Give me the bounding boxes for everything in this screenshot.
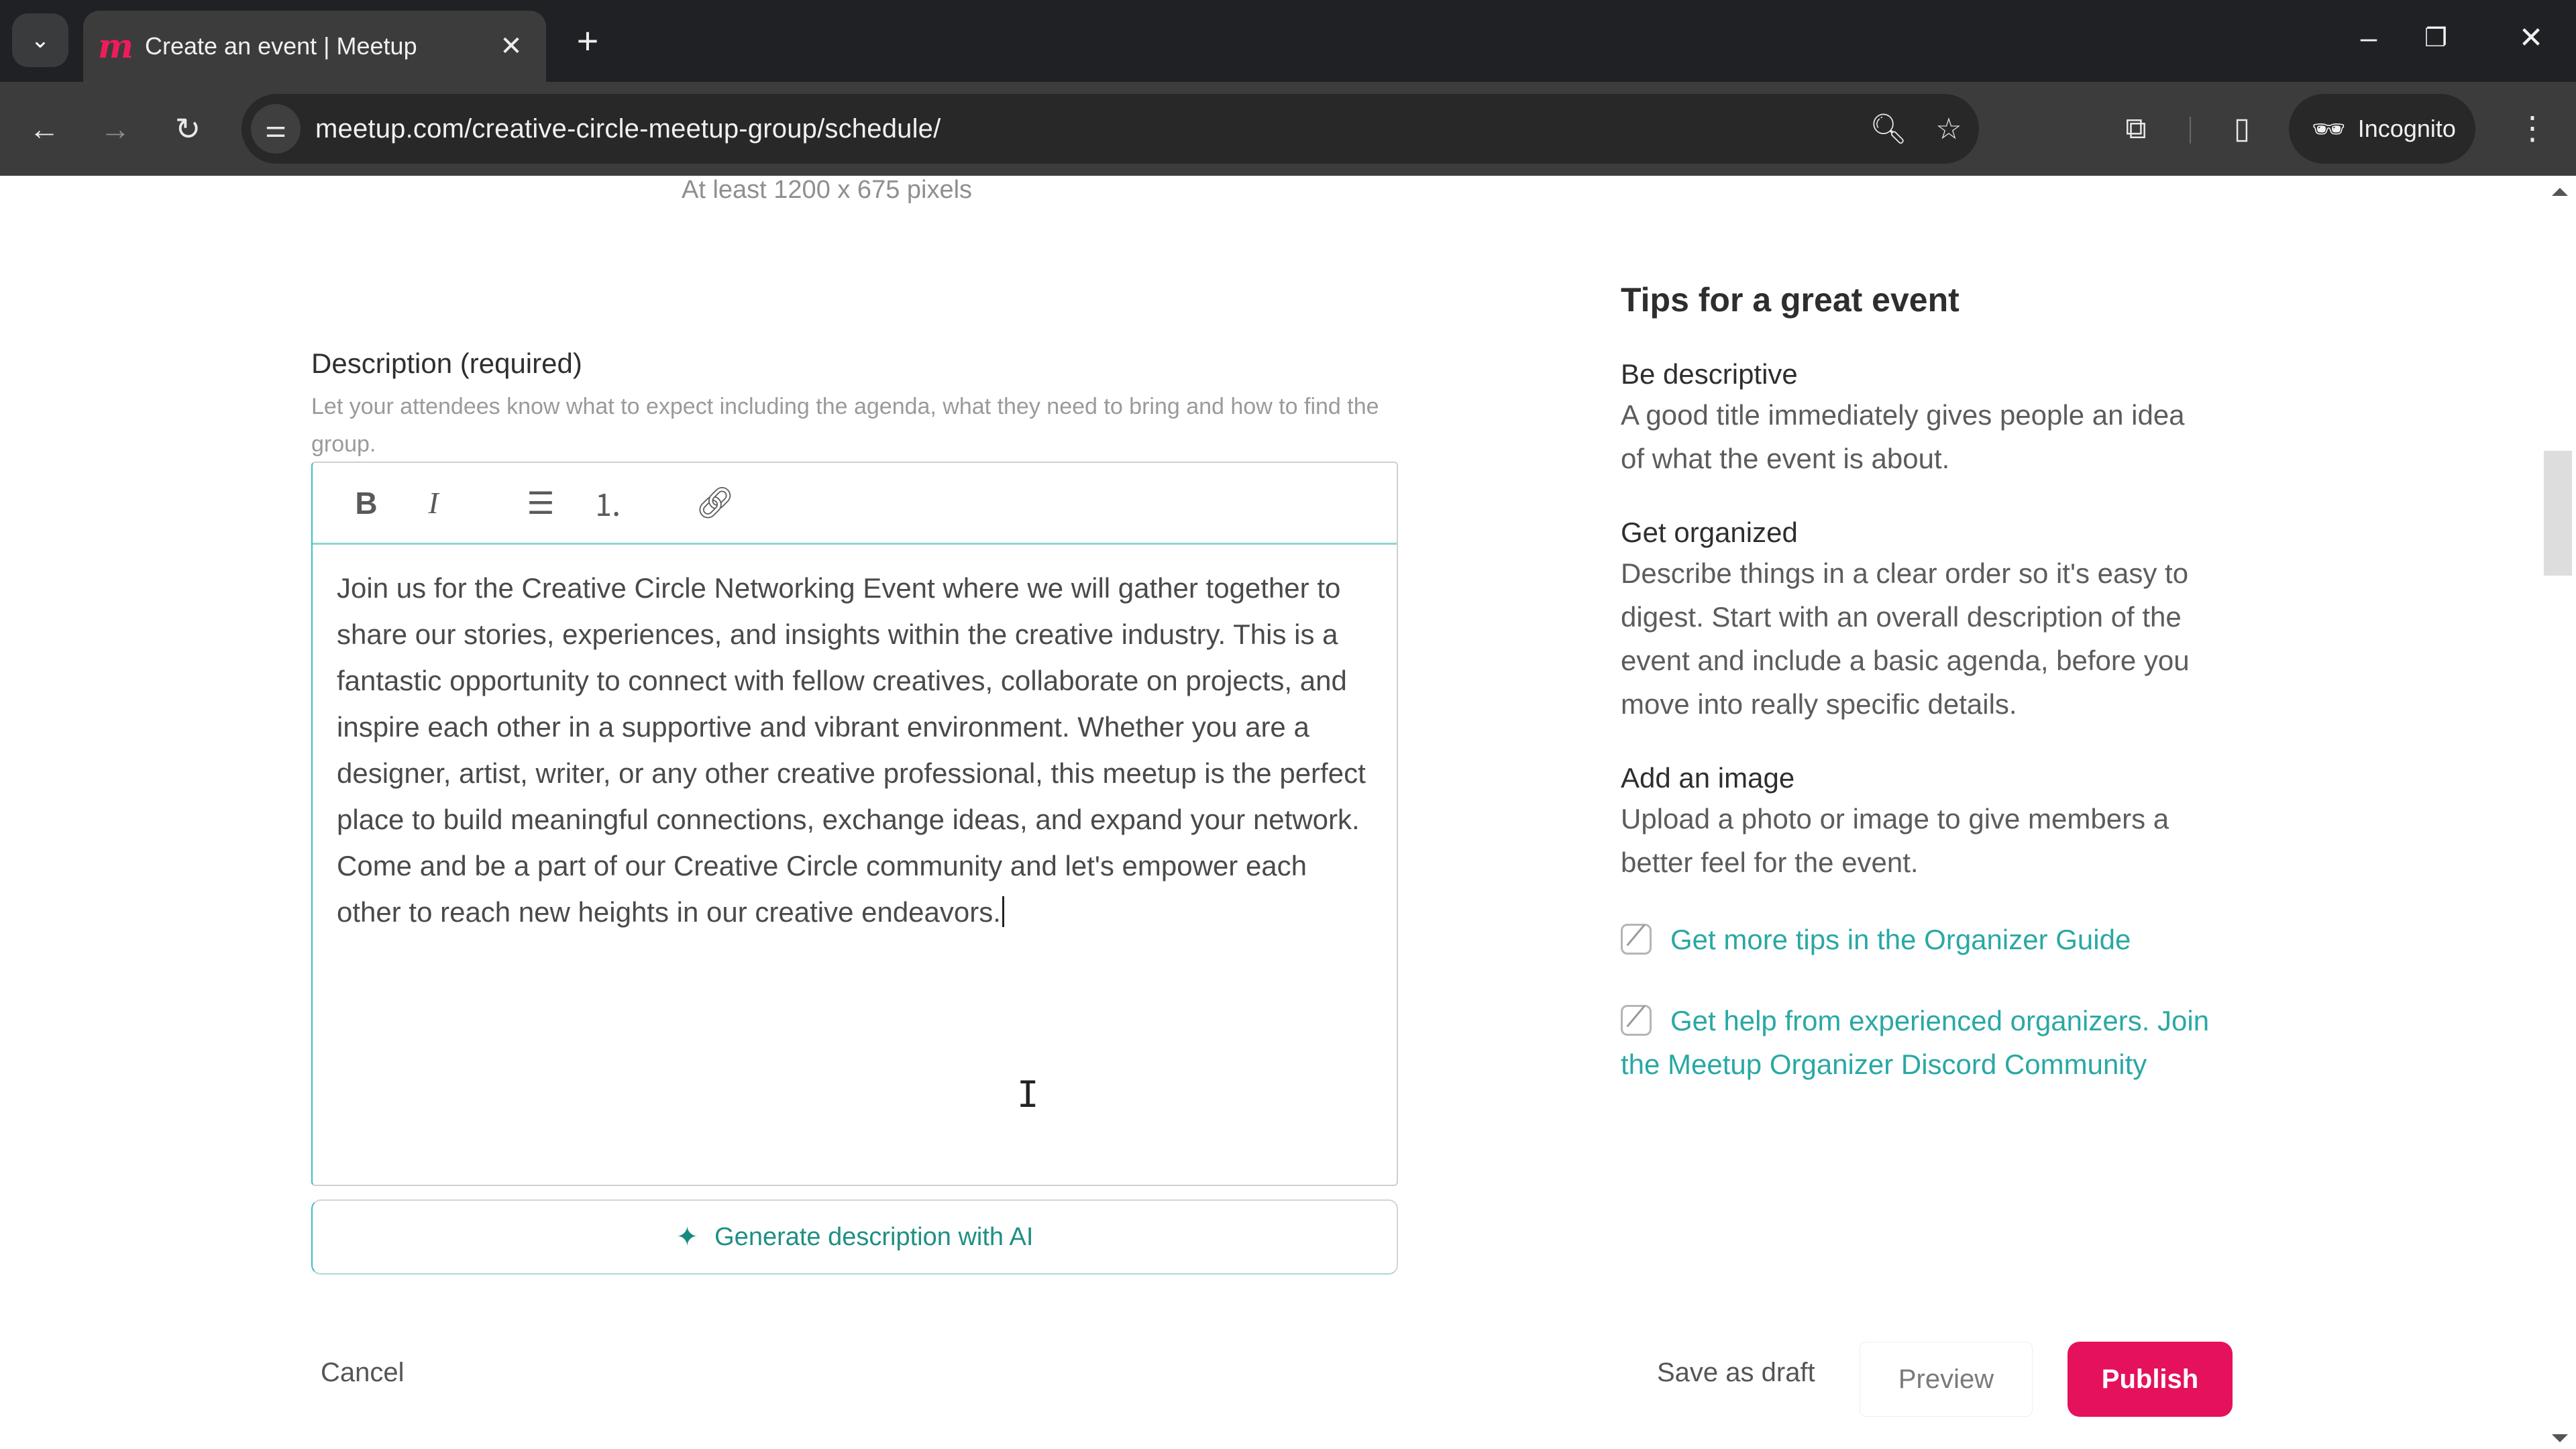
tip-body: Describe things in a clear order so it's… [1621,557,2190,720]
address-bar[interactable]: ⚌ meetup.com/creative-circle-meetup-grou… [241,94,1979,164]
bold-icon: B [355,485,378,521]
description-label: Description (required) [311,347,582,379]
cancel-button[interactable]: Cancel [321,1358,405,1388]
insert-link-button[interactable]: 🔗︎ [682,476,749,530]
description-textarea[interactable]: Join us for the Creative Circle Networki… [313,545,1397,935]
ai-button-label: Generate description with AI [714,1222,1034,1251]
browser-toolbar: ← → ↻ ⚌ meetup.com/creative-circle-meetu… [0,82,2576,176]
tip-item: Get organized Describe things in a clear… [1621,514,2211,726]
bullet-list-icon: ☰ [527,485,555,521]
tab-title: Create an event | Meetup [145,32,417,60]
organizer-guide-link[interactable]: Get more tips in the Organizer Guide [1621,918,2211,961]
external-link-icon [1621,924,1652,955]
tab-search-button[interactable]: ⌄ [12,13,68,67]
tip-item: Be descriptive A good title immediately … [1621,356,2211,480]
incognito-icon: 🕶︎ [2312,114,2346,144]
tip-heading: Be descriptive [1621,358,1798,390]
scroll-thumb[interactable] [2544,451,2572,576]
restore-button[interactable]: ❐ [2406,15,2466,62]
tip-item: Add an image Upload a photo or image to … [1621,759,2211,884]
italic-button[interactable]: I [400,476,467,530]
close-window-button[interactable]: ✕ [2501,15,2561,62]
image-size-hint: At least 1200 x 675 pixels [682,176,973,204]
browser-tab-strip: ⌄ m Create an event | Meetup ✕ + – ❐ ✕ [0,0,2576,82]
preview-button[interactable]: Preview [1860,1342,2033,1417]
tip-body: A good title immediately gives people an… [1621,399,2185,474]
link-label: Get more tips in the Organizer Guide [1670,924,2131,955]
generate-description-ai-button[interactable]: ✦ Generate description with AI [311,1199,1398,1275]
numbered-list-icon: ⒈ [592,487,623,523]
new-tab-button[interactable]: + [568,19,608,63]
side-panel-icon[interactable]: ▯ [2215,102,2269,156]
browser-menu-icon[interactable]: ⋮ [2509,102,2556,156]
editor-toolbar: B I ☰ ⒈ 🔗︎ [313,463,1397,545]
text-caret [1002,896,1004,927]
tips-title: Tips for a great event [1621,281,1960,319]
numbered-list-button[interactable]: ⒈ [574,476,641,530]
chevron-down-icon: ⌄ [30,28,50,53]
tip-heading: Add an image [1621,762,1795,794]
toolbar-divider [2190,117,2191,144]
incognito-indicator[interactable]: 🕶︎ Incognito [2289,94,2475,164]
publish-button[interactable]: Publish [2068,1342,2233,1417]
tip-body: Upload a photo or image to give members … [1621,803,2169,878]
active-tab[interactable]: m Create an event | Meetup ✕ [83,11,546,82]
site-info-icon[interactable]: ⚌ [251,104,301,154]
reload-button[interactable]: ↻ [161,102,215,156]
bookmark-star-icon[interactable]: ☆ [1919,112,1979,146]
link-icon: 🔗︎ [695,485,735,520]
external-link-icon [1621,1005,1652,1036]
tip-heading: Get organized [1621,517,1798,548]
page-scrollbar[interactable] [2542,176,2576,1449]
text-cursor-icon: I [1017,1073,1039,1116]
scroll-up-arrow-icon[interactable] [2552,188,2568,196]
back-button[interactable]: ← [17,102,71,156]
sparkle-icon: ✦ [676,1222,699,1252]
incognito-label: Incognito [2357,115,2456,142]
minimize-button[interactable]: – [2339,15,2399,62]
tips-panel: Tips for a great event Be descriptive A … [1621,280,2211,1124]
link-label: Get help from experienced organizers. Jo… [1621,1005,2210,1080]
forward-button[interactable]: → [89,102,142,156]
organizer-discord-link[interactable]: Get help from experienced organizers. Jo… [1621,999,2211,1086]
bold-button[interactable]: B [333,476,400,530]
description-help-text: Let your attendees know what to expect i… [311,394,1379,457]
description-text: Join us for the Creative Circle Networki… [337,572,1366,928]
italic-icon: I [428,486,439,520]
create-event-page: At least 1200 x 675 pixels Description (… [0,176,2576,1449]
description-editor: B I ☰ ⒈ 🔗︎ Join us for the Creative Circ… [311,462,1398,1186]
bullet-list-button[interactable]: ☰ [507,476,574,530]
zoom-icon[interactable]: 🔍︎ [1858,111,1919,146]
extensions-icon[interactable]: ⧉ [2109,102,2163,156]
scroll-down-arrow-icon[interactable] [2552,1434,2568,1442]
save-as-draft-button[interactable]: Save as draft [1657,1358,1815,1388]
tab-close-icon[interactable]: ✕ [496,31,526,62]
url-text[interactable]: meetup.com/creative-circle-meetup-group/… [315,114,1858,144]
meetup-favicon-icon: m [98,26,133,66]
